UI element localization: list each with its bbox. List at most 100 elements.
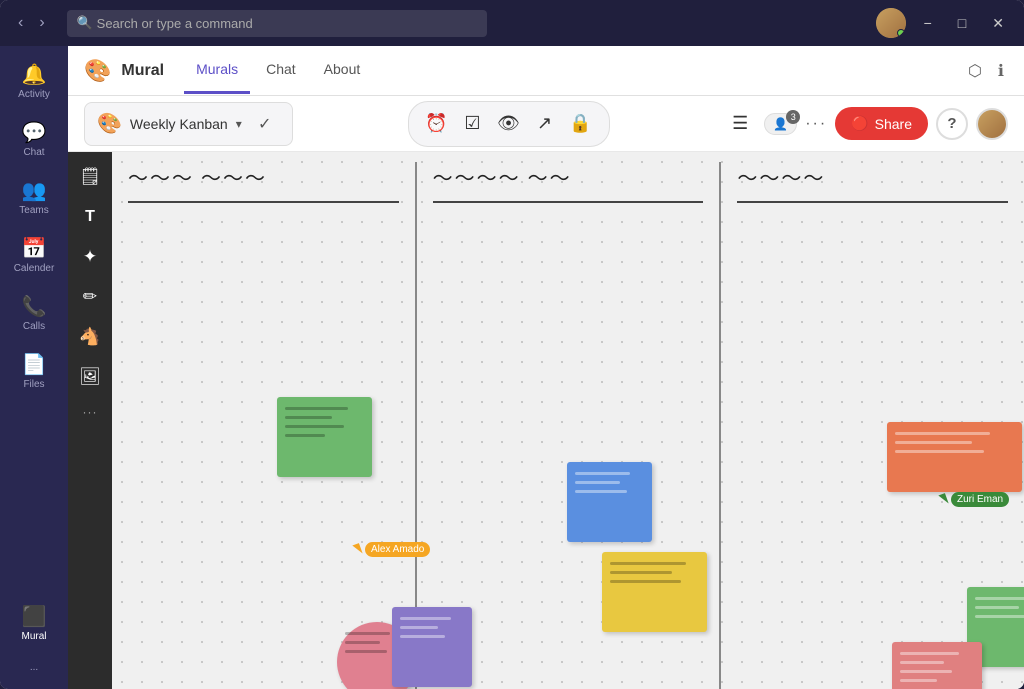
user-avatar[interactable]: [876, 8, 906, 38]
mural-check-button[interactable]: ✓: [250, 109, 280, 139]
tools-more-button[interactable]: ···: [73, 400, 107, 424]
lock-tool-button[interactable]: 🔒: [565, 108, 597, 140]
activity-icon: 🔔: [22, 62, 47, 87]
canvas[interactable]: 〜〜〜 〜〜〜 〜〜〜〜 〜〜 〜〜〜〜: [112, 152, 1024, 689]
sticky-note-blue-1[interactable]: [567, 462, 652, 542]
online-indicator: [897, 29, 905, 37]
nav-buttons: ‹ ›: [12, 12, 51, 34]
layout-button[interactable]: ☰: [724, 108, 756, 140]
sidebar-label-calls: Calls: [23, 321, 45, 332]
tab-about[interactable]: About: [312, 47, 373, 94]
app-tab-bar: 🎨 Mural Murals Chat About ⬡ ℹ: [68, 46, 1024, 96]
tab-chat[interactable]: Chat: [254, 47, 308, 94]
toolbar-left: 🎨 Weekly Kanban ▾ ✓: [84, 102, 293, 146]
column-3-title: 〜〜〜〜: [737, 168, 825, 190]
eye-tool-button[interactable]: 👁: [493, 108, 525, 140]
shape-tool-button[interactable]: ✦: [73, 240, 107, 274]
toolbar-more-button[interactable]: ···: [805, 115, 827, 133]
main-layout: 🔔 Activity 💬 Chat 👥 Teams 📅 Calender 📞 C…: [0, 46, 1024, 689]
sidebar-item-calls[interactable]: 📞 Calls: [6, 286, 62, 340]
toolbar-logo: 🎨: [97, 111, 122, 136]
content-area: 🎨 Mural Murals Chat About ⬡ ℹ 🎨 Weekly K…: [68, 46, 1024, 689]
sidebar-label-activity: Activity: [18, 89, 50, 100]
sidebar-item-teams[interactable]: 👥 Teams: [6, 170, 62, 224]
info-button[interactable]: ℹ: [994, 57, 1008, 85]
note-lines-pink2: [900, 650, 974, 684]
note-lines-yellow: [610, 560, 699, 585]
teams-icon: 👥: [22, 178, 47, 203]
search-input[interactable]: [67, 10, 487, 37]
sidebar-item-mural[interactable]: ⬛ Mural: [6, 596, 62, 650]
check-tool-button[interactable]: ☑: [457, 108, 489, 140]
user-count-badge[interactable]: 👤 3: [764, 113, 797, 135]
sidebar-item-calendar[interactable]: 📅 Calender: [6, 228, 62, 282]
search-icon: 🔍: [77, 15, 93, 31]
sidebar: 🔔 Activity 💬 Chat 👥 Teams 📅 Calender 📞 C…: [0, 46, 68, 689]
cursor-alex: Alex Amado: [354, 542, 430, 557]
horse-tool-button[interactable]: 🐴: [73, 320, 107, 354]
sticky-note-orange-1[interactable]: [887, 422, 1022, 492]
user-count: 3: [786, 110, 800, 124]
tab-murals[interactable]: Murals: [184, 47, 250, 94]
maximize-button[interactable]: □: [950, 13, 974, 33]
cursor-tool-button[interactable]: ↗: [529, 108, 561, 140]
sidebar-item-files[interactable]: 📄 Files: [6, 344, 62, 398]
note-lines-purple: [400, 615, 464, 640]
sidebar-label-mural: Mural: [21, 631, 46, 642]
app-title: Mural: [121, 62, 164, 80]
note-lines-orange: [895, 430, 1014, 455]
note-lines-green2: [975, 595, 1024, 620]
text-tool-button[interactable]: T: [73, 200, 107, 234]
share-label: Share: [875, 116, 912, 132]
search-container: 🔍: [67, 10, 487, 37]
close-button[interactable]: ✕: [984, 13, 1012, 34]
column-1-title: 〜〜〜 〜〜〜: [128, 168, 267, 190]
sticky-note-green-1[interactable]: [277, 397, 372, 477]
share-icon: 🔴: [851, 115, 868, 132]
sticky-note-pink-2[interactable]: [892, 642, 982, 689]
app-window: ‹ › 🔍 − □ ✕ 🔔 Activity 💬 Chat: [0, 0, 1024, 689]
column-1-header: 〜〜〜 〜〜〜: [128, 162, 399, 203]
app-tab-right: ⬡ ℹ: [964, 57, 1008, 85]
sidebar-item-chat[interactable]: 💬 Chat: [6, 112, 62, 166]
chat-icon: 💬: [22, 120, 47, 145]
note-lines-blue: [575, 470, 644, 495]
back-button[interactable]: ‹: [12, 12, 29, 34]
sticky-note-purple-1[interactable]: [392, 607, 472, 687]
cursor-zuri: Zuri Eman: [940, 492, 1009, 507]
column-3-header: 〜〜〜〜: [737, 162, 1008, 203]
forward-button[interactable]: ›: [33, 12, 50, 34]
toolbar: 🎨 Weekly Kanban ▾ ✓ ⏰ ☑ 👁 ↗ 🔒 ☰ 👤: [68, 96, 1024, 152]
toolbar-center: ⏰ ☑ 👁 ↗ 🔒: [408, 101, 610, 147]
sidebar-label-calendar: Calender: [14, 263, 55, 274]
left-tools-panel: 🗒 T ✦ ✏ 🐴 🖼 ···: [68, 152, 112, 689]
title-bar: ‹ › 🔍 − □ ✕: [0, 0, 1024, 46]
minimize-button[interactable]: −: [916, 13, 940, 33]
note-lines: [285, 405, 364, 439]
canvas-wrapper: 🗒 T ✦ ✏ 🐴 🖼 ··· 〜〜〜 〜〜〜: [68, 152, 1024, 689]
mural-icon: ⬛: [22, 604, 47, 629]
share-button[interactable]: 🔴 Share: [835, 107, 928, 140]
help-button[interactable]: ?: [936, 108, 968, 140]
mural-dropdown-button[interactable]: ▾: [236, 117, 242, 131]
presenter-avatar[interactable]: [976, 108, 1008, 140]
timer-tool-button[interactable]: ⏰: [421, 108, 453, 140]
calendar-icon: 📅: [22, 236, 47, 261]
sidebar-item-activity[interactable]: 🔔 Activity: [6, 54, 62, 108]
title-bar-right: − □ ✕: [876, 8, 1012, 38]
calls-icon: 📞: [22, 294, 47, 319]
toolbar-right: ☰ 👤 3 ··· 🔴 Share ?: [724, 107, 1008, 140]
files-icon: 📄: [22, 352, 47, 377]
sticky-note-yellow-1[interactable]: [602, 552, 707, 632]
popout-button[interactable]: ⬡: [964, 57, 986, 85]
sidebar-label-files: Files: [23, 379, 44, 390]
cursor-name-zuri: Zuri Eman: [951, 492, 1009, 507]
sidebar-item-more[interactable]: ...: [6, 654, 62, 681]
pen-tool-button[interactable]: ✏: [73, 280, 107, 314]
mural-name: Weekly Kanban: [130, 116, 228, 132]
cursor-name-alex: Alex Amado: [365, 542, 430, 557]
sidebar-label-teams: Teams: [19, 205, 48, 216]
column-2-title: 〜〜〜〜 〜〜: [433, 168, 572, 190]
sticky-note-tool-button[interactable]: 🗒: [73, 160, 107, 194]
image-tool-button[interactable]: 🖼: [73, 360, 107, 394]
